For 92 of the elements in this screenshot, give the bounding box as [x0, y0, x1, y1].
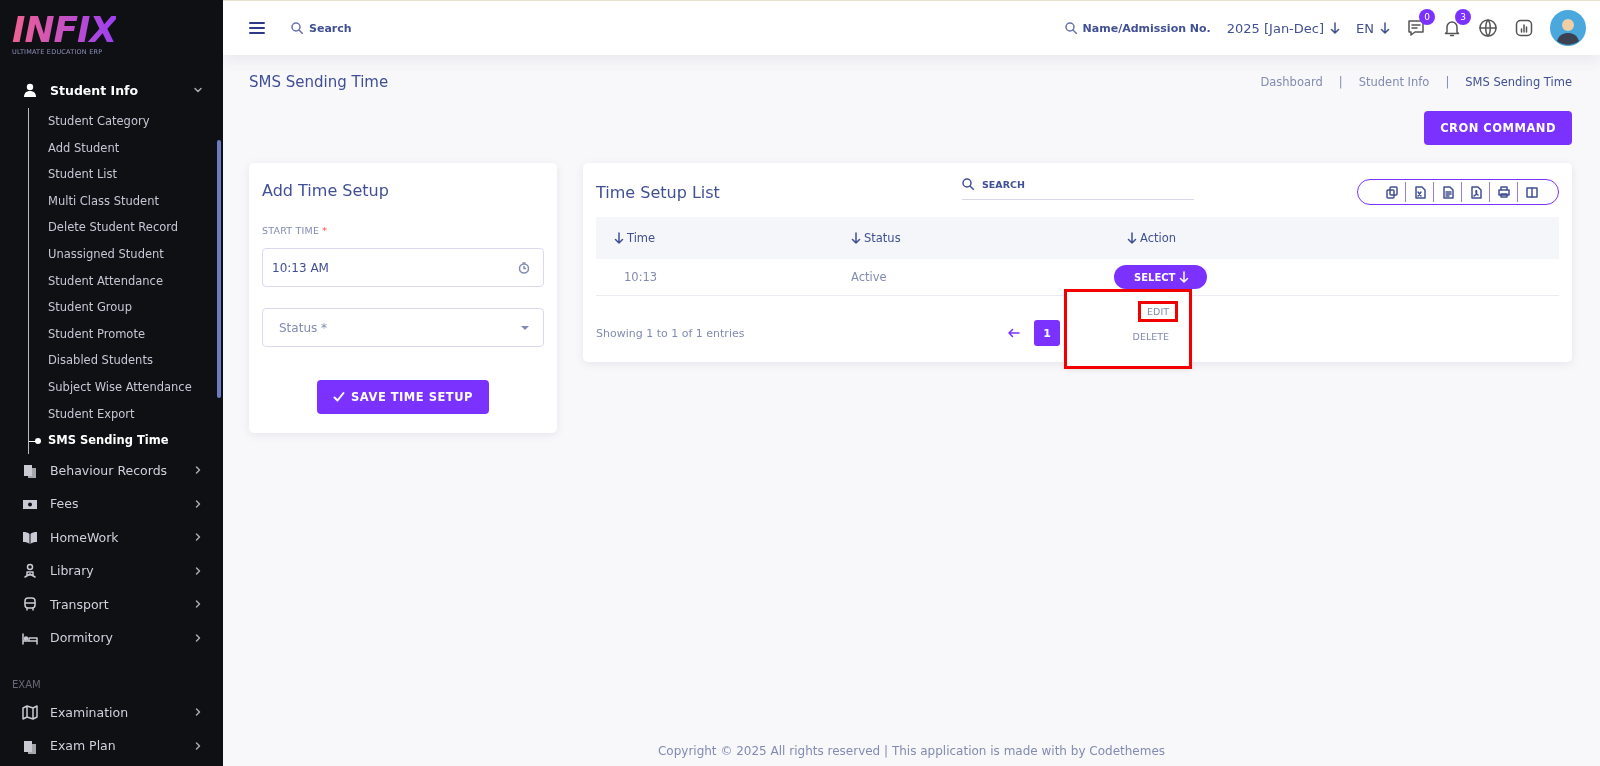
card-title: Time Setup List — [596, 182, 721, 202]
search-icon — [962, 178, 974, 190]
sidebar-menu-item[interactable]: Examination — [0, 695, 223, 730]
sidebar-menu-item[interactable]: Transport — [0, 587, 223, 622]
page-button[interactable]: 1 — [1034, 320, 1060, 346]
sort-arrow-icon — [614, 232, 624, 244]
sidebar-submenu-item[interactable]: Subject Wise Attendance — [29, 373, 223, 401]
print-icon — [1497, 185, 1510, 199]
language-dropdown[interactable]: EN — [1356, 20, 1390, 36]
page-title: SMS Sending Time — [249, 73, 389, 91]
dropdown-menu-item[interactable]: EDIT — [1141, 304, 1175, 319]
card-title: Add Time Setup — [262, 181, 390, 200]
chevron-right-icon — [193, 632, 203, 643]
footer-text: Copyright © 2025 All rights reserved | This application is made with by Codethemes — [656, 744, 1167, 760]
sidebar-submenu-item[interactable]: Disabled Students — [29, 347, 223, 374]
text-file-icon — [1441, 185, 1454, 199]
reader-icon — [22, 562, 38, 579]
columns-icon — [1526, 185, 1538, 199]
sidebar-menu-item[interactable]: Library — [0, 554, 223, 588]
menu-icon[interactable] — [249, 21, 265, 35]
student-search-field[interactable]: Name/Admission No. — [1064, 21, 1211, 35]
arrow-left-icon[interactable] — [1008, 328, 1020, 338]
sidebar-menu-item[interactable]: Fees — [0, 487, 223, 521]
bell-icon[interactable] — [1442, 18, 1462, 38]
notification-badge: 3 — [1455, 9, 1471, 25]
sidebar-submenu-item[interactable]: Student Promote — [29, 320, 223, 348]
search-icon — [291, 22, 303, 34]
cron-command-button[interactable]: CRON COMMAND — [1424, 111, 1572, 145]
chevron-right-icon — [193, 465, 203, 476]
globe-icon[interactable] — [1478, 18, 1498, 38]
search-icon — [1064, 22, 1077, 34]
sidebar-submenu-item[interactable]: SMS Sending Time — [29, 427, 223, 454]
table-cell-text: 10:13 — [623, 270, 659, 284]
sort-arrow-icon — [1127, 232, 1137, 244]
column-header[interactable]: Status — [833, 231, 1109, 245]
sidebar-section-label: EXAM — [11, 677, 42, 692]
check-icon — [333, 391, 346, 403]
sidebar-submenu-item[interactable]: Delete Student Record — [29, 214, 223, 241]
sidebar-submenu-item[interactable]: Add Student — [29, 134, 223, 162]
copy-icon — [1385, 185, 1398, 199]
book-icon — [22, 529, 38, 546]
dropdown-menu-item[interactable]: DELETE — [1126, 329, 1175, 344]
breadcrumb-link[interactable]: SMS Sending Time — [1465, 75, 1572, 89]
chevron-down-icon — [193, 85, 203, 95]
field-label: START TIME * — [262, 225, 329, 236]
pdf-file-icon — [1469, 185, 1482, 199]
chevron-right-icon — [193, 599, 203, 610]
chevron-right-icon — [193, 565, 203, 576]
chevron-right-icon — [193, 532, 203, 543]
sidebar-submenu-item[interactable]: Student List — [29, 161, 223, 188]
chevron-right-icon — [193, 740, 203, 751]
chat-icon[interactable] — [1406, 18, 1426, 38]
table-cell-text: Active — [850, 270, 888, 284]
sort-arrow-icon — [851, 232, 861, 244]
sidebar-submenu-item[interactable]: Student Category — [29, 108, 223, 135]
chevron-right-icon — [193, 707, 203, 718]
sidebar-menu-item[interactable]: HomeWork — [0, 520, 223, 555]
time-input-field[interactable]: 10:13 AM — [262, 248, 544, 287]
caret-down-icon — [520, 324, 530, 331]
spreadsheet-file-icon — [1413, 185, 1426, 199]
sidebar-menu-item[interactable]: Dormitory — [0, 621, 223, 655]
documents-icon — [22, 462, 38, 479]
session-dropdown[interactable]: 2025 [Jan-Dec] — [1226, 20, 1341, 36]
save-time-setup-button[interactable]: SAVE TIME SETUP — [317, 380, 489, 414]
arrow-down-icon — [1179, 271, 1190, 283]
notification-badge: 0 — [1419, 9, 1435, 25]
bus-icon — [22, 596, 38, 613]
breadcrumb-separator: | — [1445, 75, 1450, 89]
arrow-down-icon — [1380, 22, 1390, 34]
map-icon — [22, 704, 38, 721]
arrow-down-icon — [1330, 22, 1341, 34]
entries-info: Showing 1 to 1 of 1 entries — [596, 326, 746, 340]
breadcrumb-separator: | — [1338, 75, 1343, 89]
column-header[interactable]: Action — [1109, 231, 1559, 245]
clock-icon — [518, 261, 530, 274]
chart-icon[interactable] — [1514, 18, 1534, 38]
status-dropdown[interactable]: Status * — [262, 308, 544, 347]
sidebar-submenu-item[interactable]: Multi Class Student — [29, 187, 223, 215]
chevron-right-icon — [193, 498, 203, 509]
table-search-field[interactable]: SEARCH — [962, 178, 1194, 200]
user-icon — [22, 82, 38, 98]
search-field[interactable]: Search — [291, 21, 352, 35]
avatar-icon — [1550, 10, 1586, 46]
sidebar-menu-item[interactable]: Exam Plan — [0, 729, 223, 763]
select-dropdown-button[interactable]: SELECT — [1114, 265, 1208, 289]
sidebar-submenu-item[interactable]: Unassigned Student — [29, 240, 223, 268]
sidebar-submenu-item[interactable]: Student Export — [29, 400, 223, 428]
sidebar-menu-item[interactable]: Behaviour Records — [0, 453, 223, 488]
sidebar-menu-item[interactable]: Student Info — [0, 72, 223, 108]
sidebar-submenu-item[interactable]: Student Attendance — [29, 267, 223, 295]
column-header[interactable]: Time — [596, 231, 833, 245]
sidebar-submenu-item[interactable]: Student Group — [29, 294, 223, 321]
